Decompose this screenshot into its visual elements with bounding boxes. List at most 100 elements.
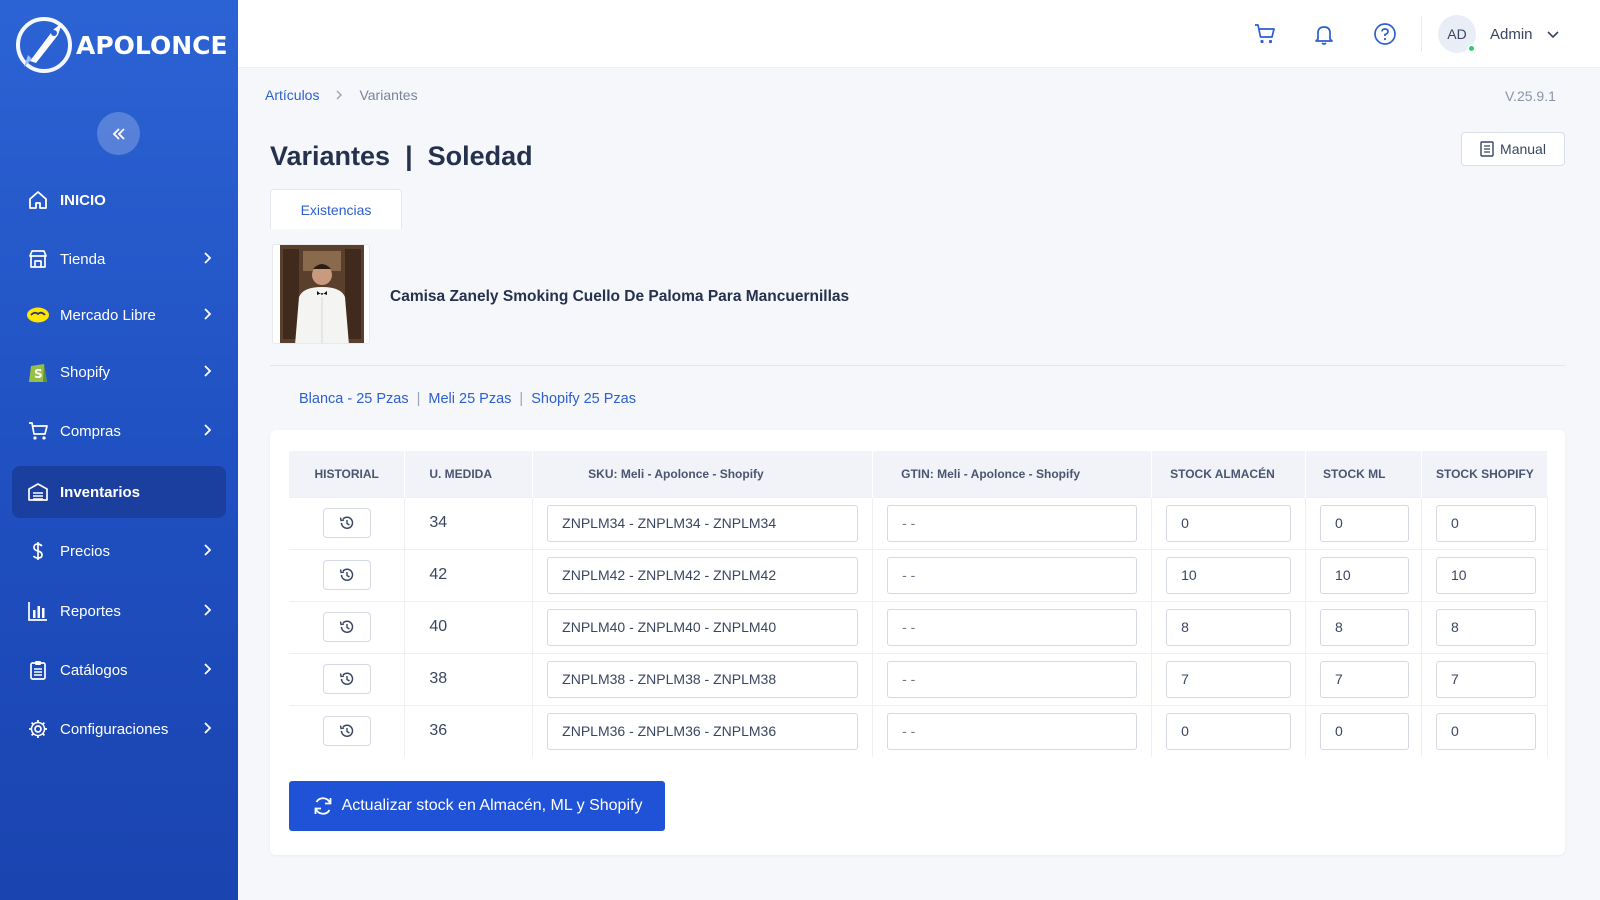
sidebar-item-label: Inventarios bbox=[60, 483, 141, 501]
rocket-logo-icon bbox=[14, 15, 74, 75]
stock-almacen-input[interactable] bbox=[1166, 504, 1292, 542]
bell-icon[interactable] bbox=[1312, 22, 1336, 46]
gtin-input[interactable] bbox=[887, 504, 1138, 542]
header-medida: U. MEDIDA bbox=[404, 451, 534, 497]
chevron-right-icon bbox=[204, 252, 212, 264]
home-icon bbox=[26, 188, 50, 212]
sidebar-item-inventarios[interactable]: Inventarios bbox=[12, 466, 226, 518]
update-stock-button[interactable]: Actualizar stock en Almacén, ML y Shopif… bbox=[289, 781, 665, 831]
sidebar-item-precios[interactable]: Precios bbox=[12, 525, 226, 577]
gtin-input[interactable] bbox=[887, 608, 1138, 646]
breadcrumb: Artículos Variantes bbox=[265, 87, 418, 103]
apolonce-logo[interactable]: APOLONCE bbox=[14, 14, 228, 76]
table-row: 40 bbox=[289, 600, 1549, 653]
stock-shopify-input[interactable] bbox=[1435, 712, 1536, 750]
sku-input[interactable] bbox=[547, 504, 859, 542]
section-divider bbox=[270, 365, 1565, 366]
sidebar-item-label: Tienda bbox=[60, 250, 106, 268]
header-stock-ml: STOCK ML bbox=[1305, 451, 1422, 497]
variant-summary: Blanca - 25 Pzas | Meli 25 Pzas | Shopif… bbox=[299, 391, 636, 407]
history-button[interactable] bbox=[322, 612, 371, 642]
cart-icon[interactable] bbox=[1253, 22, 1277, 46]
stock-almacen-input[interactable] bbox=[1166, 712, 1292, 750]
medida-cell: 36 bbox=[404, 704, 534, 757]
clipboard-icon bbox=[26, 658, 50, 682]
medida-cell: 42 bbox=[404, 548, 534, 601]
table-row: 38 bbox=[289, 652, 1549, 705]
stock-shopify-input[interactable] bbox=[1435, 556, 1536, 594]
tab-existencias[interactable]: Existencias bbox=[270, 189, 402, 229]
sku-input[interactable] bbox=[547, 556, 859, 594]
chevron-right-icon bbox=[336, 90, 343, 100]
stock-almacen-input[interactable] bbox=[1166, 608, 1292, 646]
history-button[interactable] bbox=[322, 508, 371, 538]
online-status-dot bbox=[1467, 44, 1476, 53]
sidebar-item-tienda[interactable]: Tienda bbox=[12, 233, 226, 285]
help-icon[interactable] bbox=[1373, 22, 1397, 46]
header-stock-shopify: STOCK SHOPIFY bbox=[1421, 451, 1549, 497]
breadcrumb-articulos[interactable]: Artículos bbox=[265, 87, 319, 103]
mercado-libre-icon bbox=[26, 303, 50, 327]
sidebar-item-label: INICIO bbox=[60, 191, 106, 209]
refresh-icon bbox=[314, 797, 331, 815]
manual-button-label: Manual bbox=[1500, 141, 1546, 157]
shopify-icon: S bbox=[26, 360, 50, 384]
sidebar-item-reportes[interactable]: Reportes bbox=[12, 585, 226, 637]
sidebar-item-mercado-libre[interactable]: Mercado Libre bbox=[12, 289, 226, 341]
breadcrumb-current: Variantes bbox=[359, 87, 418, 103]
sidebar-item-inicio[interactable]: INICIO bbox=[12, 174, 226, 226]
user-name[interactable]: Admin bbox=[1490, 26, 1533, 43]
medida-cell: 40 bbox=[404, 600, 534, 653]
summary-separator: | bbox=[519, 391, 524, 407]
sidebar-item-label: Compras bbox=[60, 422, 121, 440]
sidebar-item-configuraciones[interactable]: Configuraciones bbox=[12, 703, 226, 755]
gtin-input[interactable] bbox=[887, 660, 1138, 698]
gtin-input[interactable] bbox=[887, 556, 1138, 594]
history-icon bbox=[339, 568, 353, 581]
summary-color: Blanca - 25 Pzas bbox=[299, 391, 409, 407]
stock-shopify-input[interactable] bbox=[1435, 660, 1536, 698]
collapse-sidebar-button[interactable] bbox=[97, 112, 140, 155]
sidebar-item-catalogos[interactable]: Catálogos bbox=[12, 644, 226, 696]
medida-cell: 38 bbox=[404, 652, 534, 705]
sku-input[interactable] bbox=[547, 608, 859, 646]
history-button[interactable] bbox=[322, 560, 371, 590]
chevron-down-icon[interactable] bbox=[1546, 27, 1560, 41]
store-icon bbox=[26, 247, 50, 271]
manual-button[interactable]: Manual bbox=[1461, 132, 1565, 166]
stock-ml-input[interactable] bbox=[1320, 556, 1410, 594]
sidebar-item-label: Configuraciones bbox=[60, 720, 169, 738]
gear-icon bbox=[26, 717, 50, 741]
gtin-input[interactable] bbox=[887, 712, 1138, 750]
stock-shopify-input[interactable] bbox=[1435, 608, 1536, 646]
stock-almacen-input[interactable] bbox=[1166, 556, 1292, 594]
version-label: V.25.9.1 bbox=[1505, 88, 1556, 104]
chevron-right-icon bbox=[204, 663, 212, 675]
dollar-icon bbox=[26, 539, 50, 563]
stock-shopify-input[interactable] bbox=[1435, 504, 1536, 542]
stock-ml-input[interactable] bbox=[1320, 504, 1410, 542]
chevron-right-icon bbox=[204, 424, 212, 436]
sidebar-item-label: Mercado Libre bbox=[60, 306, 156, 324]
chevron-right-icon bbox=[204, 544, 212, 556]
table-row: 34 bbox=[289, 496, 1549, 549]
stock-almacen-input[interactable] bbox=[1166, 660, 1292, 698]
stock-ml-input[interactable] bbox=[1320, 660, 1410, 698]
sidebar-item-label: Catálogos bbox=[60, 661, 128, 679]
document-icon bbox=[1480, 141, 1494, 157]
sidebar-item-compras[interactable]: Compras bbox=[12, 405, 226, 457]
logo-text: APOLONCE bbox=[76, 30, 228, 60]
sidebar-item-label: Reportes bbox=[60, 602, 121, 620]
sku-input[interactable] bbox=[547, 712, 859, 750]
history-button[interactable] bbox=[322, 664, 371, 694]
chevron-right-icon bbox=[204, 308, 212, 320]
inventory-icon bbox=[26, 480, 50, 504]
history-button[interactable] bbox=[322, 716, 371, 747]
sidebar-item-shopify[interactable]: S Shopify bbox=[12, 346, 226, 398]
variants-table: HISTORIAL U. MEDIDA SKU: Meli - Apolonce… bbox=[289, 451, 1549, 757]
stock-ml-input[interactable] bbox=[1320, 712, 1410, 750]
medida-cell: 34 bbox=[404, 496, 534, 549]
sku-input[interactable] bbox=[547, 660, 859, 698]
stock-ml-input[interactable] bbox=[1320, 608, 1410, 646]
bar-chart-icon bbox=[26, 599, 50, 623]
